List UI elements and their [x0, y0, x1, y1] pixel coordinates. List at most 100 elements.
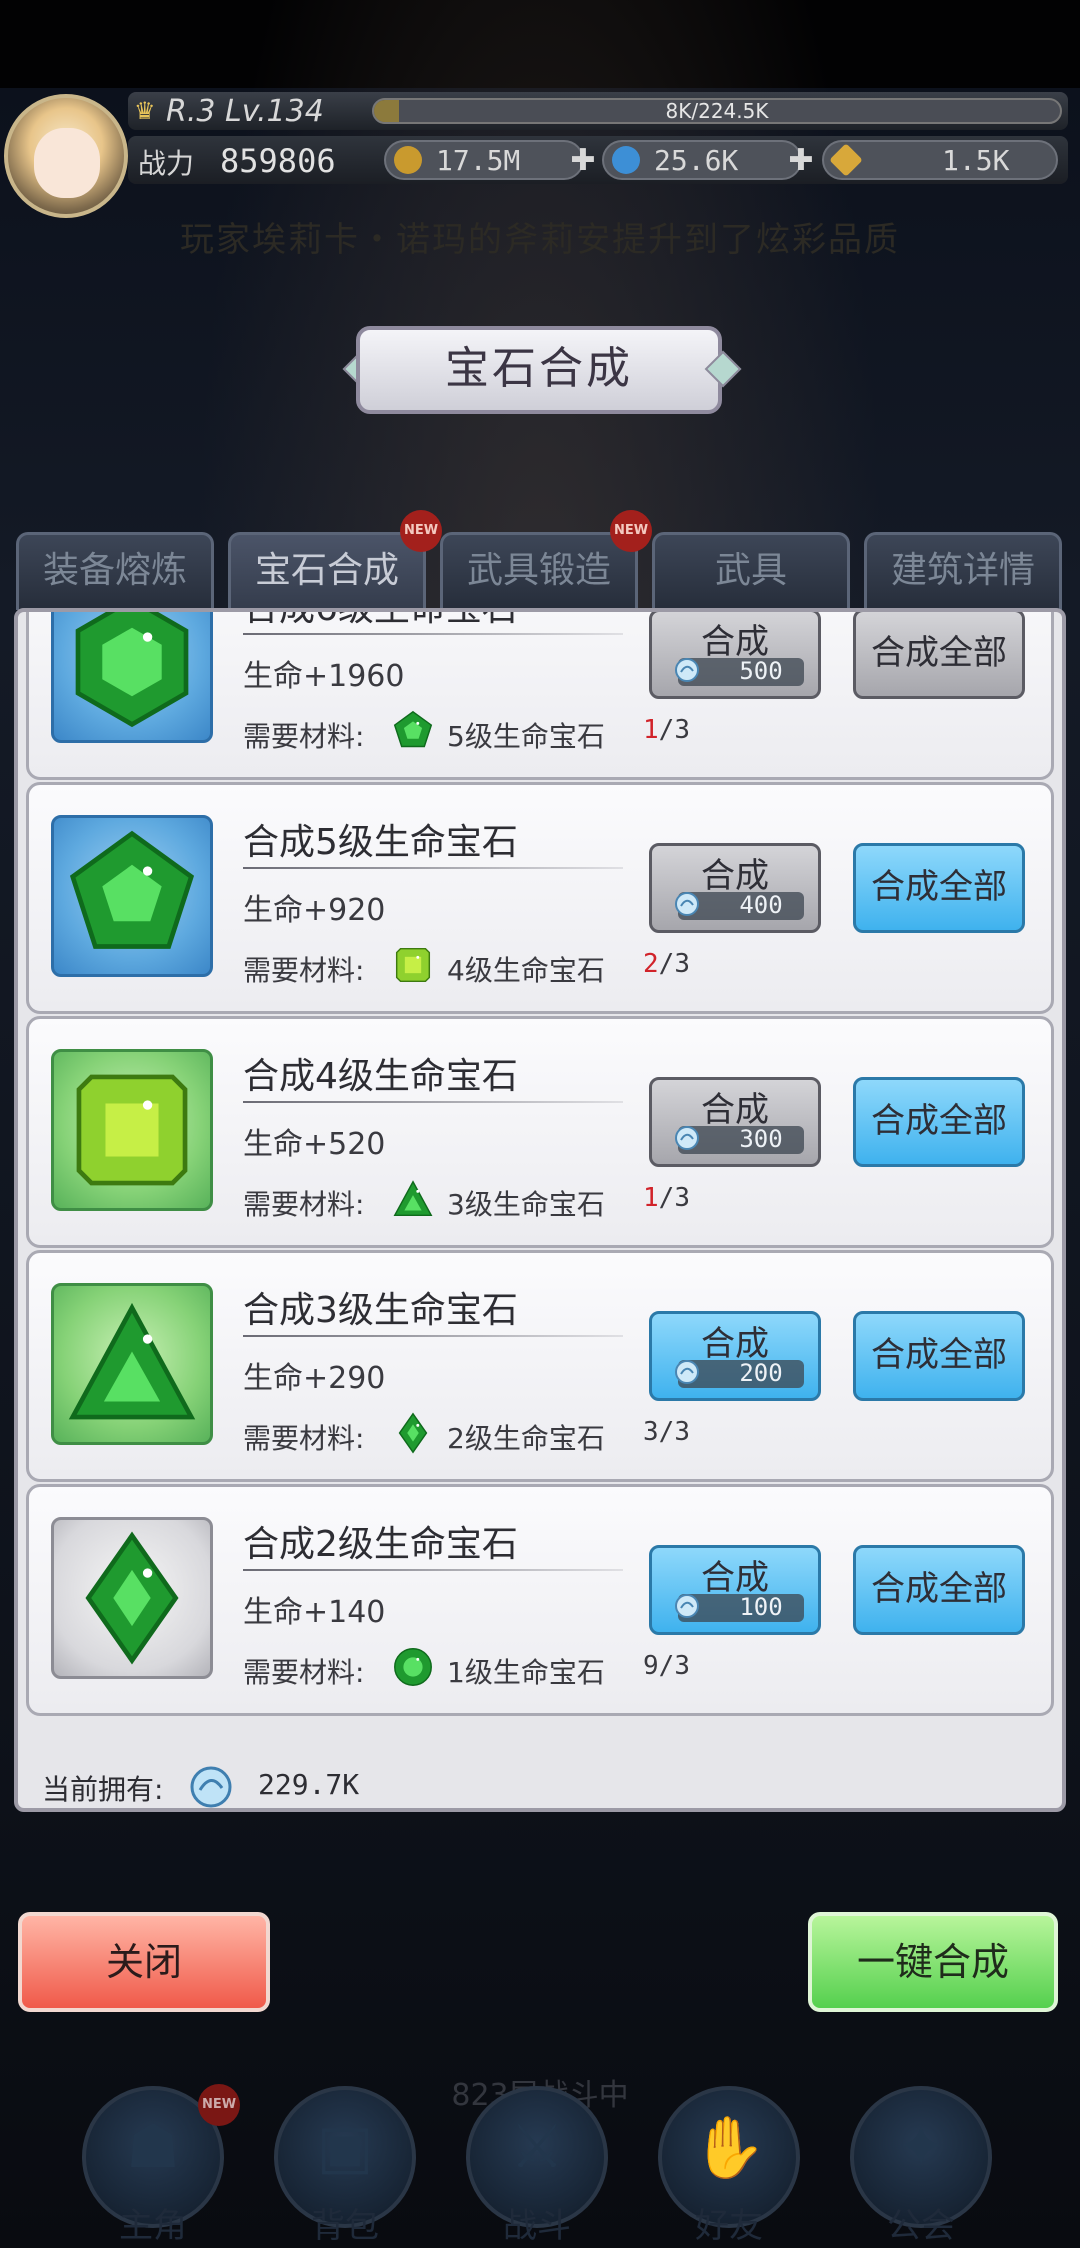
- nav-label: 战斗: [503, 2206, 571, 2246]
- tab-weapon-forge[interactable]: 武具锻造: [440, 532, 638, 610]
- synthesize-button[interactable]: 合成 500: [649, 612, 821, 699]
- new-badge: NEW: [610, 510, 652, 552]
- level-6-life-gem-icon: [75, 612, 189, 728]
- recipe-stat: 生命+290: [243, 1361, 386, 1396]
- title-divider: [243, 1569, 623, 1571]
- recipe-title: 合成2级生命宝石: [243, 1524, 518, 1565]
- recipe-row: 合成2级生命宝石 生命+140 需要材料: 1级生命宝石 9/3 合成 100 …: [26, 1484, 1054, 1716]
- level-5-life-gem-icon: [393, 710, 433, 748]
- power-label: 战力: [138, 147, 195, 180]
- material-have: 9: [643, 1651, 659, 1681]
- gem-dust-icon: [190, 1766, 232, 1808]
- gem-dust-icon: [675, 1360, 699, 1384]
- level-4-life-gem-icon: [76, 1074, 188, 1186]
- gem-dust-icon: [675, 892, 699, 916]
- player-avatar[interactable]: [4, 94, 128, 218]
- xp-progress-bar: 8K/224.5K: [372, 98, 1062, 124]
- cost-box: 100: [675, 1593, 804, 1622]
- owned-label: 当前拥有:: [42, 1773, 164, 1806]
- add-blue-gem-icon[interactable]: ✚: [786, 146, 816, 176]
- synthesize-cost: 200: [739, 1359, 783, 1387]
- material-label: 需要材料:: [243, 720, 365, 753]
- battle-swords-icon: ⚔: [510, 2112, 564, 2182]
- recipe-list[interactable]: 合成6级生命宝石 生命+1960 需要材料: 5级生命宝石 1/3 合成 500…: [18, 612, 1062, 1752]
- nav-item[interactable]: ▣ 背包: [270, 2086, 420, 2248]
- material-need: 3: [674, 1417, 690, 1447]
- gem-frame[interactable]: [51, 815, 213, 977]
- material-name: 5级生命宝石: [447, 720, 605, 753]
- gem-dust-icon: [675, 1594, 699, 1618]
- owned-currency-bar: 当前拥有: 229.7K: [18, 1758, 1062, 1808]
- title-divider: [243, 1101, 623, 1103]
- tab-building-details[interactable]: 建筑详情: [864, 532, 1062, 610]
- synthesize-cost: 300: [739, 1125, 783, 1153]
- synthesize-all-button[interactable]: 合成全部: [853, 1311, 1025, 1401]
- gold-crystal-icon: [829, 143, 863, 177]
- material-need: 3: [674, 715, 690, 745]
- hero-icon: ☗: [126, 2112, 180, 2182]
- synthesize-button[interactable]: 合成 100: [649, 1545, 821, 1635]
- recipe-row: 合成6级生命宝石 生命+1960 需要材料: 5级生命宝石 1/3 合成 500…: [26, 612, 1054, 780]
- gem-frame[interactable]: [51, 1517, 213, 1679]
- level-1-life-gem-icon: [394, 1648, 432, 1686]
- material-label: 需要材料:: [243, 954, 365, 987]
- new-badge: NEW: [198, 2084, 240, 2126]
- material-name: 1级生命宝石: [447, 1656, 605, 1689]
- player-hud: ♛ R.3 Lv.134 8K/224.5K 战力 859806 17.5M ✚…: [0, 88, 1080, 218]
- material-count: 9/3: [643, 1651, 690, 1681]
- level-3-life-gem-icon: [68, 1302, 196, 1420]
- avatar-portrait: [34, 128, 100, 198]
- rank-level-bar: ♛ R.3 Lv.134 8K/224.5K: [128, 92, 1068, 130]
- synthesize-button[interactable]: 合成 300: [649, 1077, 821, 1167]
- power-value: 859806: [220, 142, 336, 180]
- guild-crest-icon: ✦: [895, 2112, 947, 2182]
- tab-gem-synthesis[interactable]: 宝石合成: [228, 532, 426, 610]
- resource-blue-gem: 25.6K ✚: [602, 140, 814, 180]
- material-need: 3: [674, 949, 690, 979]
- level-5-life-gem-icon: [69, 830, 195, 949]
- recipe-title: 合成5级生命宝石: [243, 822, 518, 863]
- nav-item[interactable]: ⚔ 战斗: [462, 2086, 612, 2248]
- recipe-title: 合成6级生命宝石: [243, 612, 518, 631]
- resource-gold-value: 17.5M: [436, 144, 521, 177]
- nav-label: 主角: [119, 2206, 187, 2246]
- gem-frame[interactable]: [51, 1049, 213, 1211]
- resource-gold-crystal: 1.5K: [822, 140, 1058, 180]
- resource-blue-gem-value: 25.6K: [654, 144, 739, 177]
- recipe-row: 合成3级生命宝石 生命+290 需要材料: 2级生命宝石 3/3 合成 200 …: [26, 1250, 1054, 1482]
- material-count: 3/3: [643, 1417, 690, 1447]
- synthesize-all-button[interactable]: 合成全部: [853, 1545, 1025, 1635]
- one-click-synthesis-button[interactable]: 一键合成: [808, 1912, 1058, 2012]
- add-gold-icon[interactable]: ✚: [568, 146, 598, 176]
- gem-frame[interactable]: [51, 612, 213, 743]
- material-have: 2: [643, 949, 659, 979]
- gold-coin-icon: [394, 146, 422, 174]
- nav-item[interactable]: ✋ 好友: [654, 2086, 804, 2248]
- handshake-icon: ✋: [691, 2113, 767, 2183]
- material-have: 1: [643, 715, 659, 745]
- material-label: 需要材料:: [243, 1422, 365, 1455]
- gem-synthesis-panel: 合成6级生命宝石 生命+1960 需要材料: 5级生命宝石 1/3 合成 500…: [14, 608, 1066, 1812]
- material-need: 3: [674, 1651, 690, 1681]
- material-need: 3: [674, 1183, 690, 1213]
- tab-weapons[interactable]: 武具: [652, 532, 850, 610]
- synthesize-all-button[interactable]: 合成全部: [853, 843, 1025, 933]
- gem-frame[interactable]: [51, 1283, 213, 1445]
- nav-label: 好友: [695, 2206, 763, 2246]
- resource-gold-crystal-value: 1.5K: [942, 144, 1010, 177]
- nav-item[interactable]: ✦ 公会: [846, 2086, 996, 2248]
- recipe-title: 合成4级生命宝石: [243, 1056, 518, 1097]
- material-label: 需要材料:: [243, 1188, 365, 1221]
- tab-equipment-smelt[interactable]: 装备熔炼: [16, 532, 214, 610]
- synthesize-button[interactable]: 合成 200: [649, 1311, 821, 1401]
- level-2-life-gem-icon: [85, 1531, 179, 1665]
- crown-icon: ♛: [134, 97, 156, 125]
- close-button[interactable]: 关闭: [18, 1912, 270, 2012]
- synthesize-button[interactable]: 合成 400: [649, 843, 821, 933]
- owned-value: 229.7K: [258, 1768, 360, 1801]
- level-4-life-gem-icon: [395, 947, 431, 983]
- synthesize-all-button[interactable]: 合成全部: [853, 1077, 1025, 1167]
- level-2-life-gem-icon: [398, 1412, 428, 1454]
- level-3-life-gem-icon: [393, 1180, 433, 1217]
- synthesize-all-button[interactable]: 合成全部: [853, 612, 1025, 699]
